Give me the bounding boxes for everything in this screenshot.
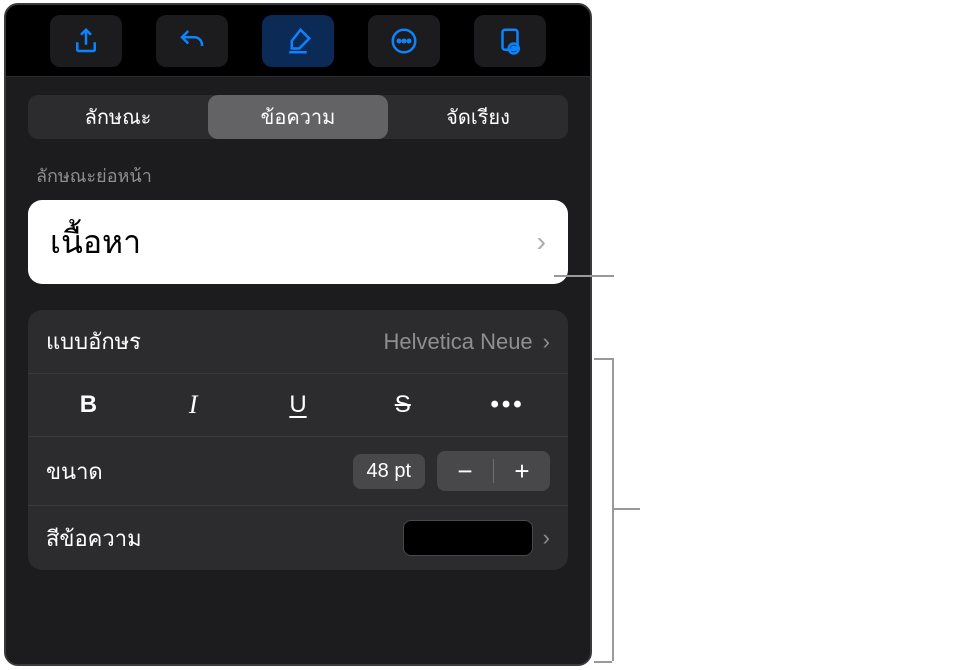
font-value: Helvetica Neue (383, 329, 532, 355)
chevron-right-icon: › (543, 525, 550, 551)
paragraph-style-value: เนื้อหา (50, 217, 141, 268)
chevron-right-icon: › (537, 226, 546, 258)
tab-style[interactable]: ลักษณะ (28, 95, 208, 139)
chevron-right-icon: › (543, 329, 550, 355)
format-button[interactable] (262, 15, 334, 67)
tab-segmented-control[interactable]: ลักษณะ ข้อความ จัดเรียง (28, 95, 568, 139)
text-color-swatch[interactable] (403, 520, 533, 556)
share-button[interactable] (50, 15, 122, 67)
size-label: ขนาด (46, 454, 353, 489)
format-brush-icon (283, 26, 313, 56)
paragraph-style-picker[interactable]: เนื้อหา › (28, 200, 568, 284)
font-options-card: แบบอักษร Helvetica Neue › B I U S ••• ขน… (28, 310, 568, 570)
panel-content: ลักษณะ ข้อความ จัดเรียง ลักษณะย่อหน้า เน… (6, 77, 590, 664)
undo-icon (177, 26, 207, 56)
share-icon (71, 26, 101, 56)
font-label: แบบอักษร (46, 324, 383, 359)
italic-button[interactable]: I (141, 384, 246, 426)
format-panel: ลักษณะ ข้อความ จัดเรียง ลักษณะย่อหน้า เน… (4, 3, 592, 666)
callout-bracket-bottom (594, 661, 612, 663)
callout-line (554, 275, 614, 277)
callout-bracket-mid (612, 508, 640, 510)
text-format-row: B I U S ••• (28, 374, 568, 437)
tab-arrange[interactable]: จัดเรียง (388, 95, 568, 139)
more-icon (389, 26, 419, 56)
more-format-button[interactable]: ••• (455, 384, 560, 426)
text-color-label: สีข้อความ (46, 521, 403, 556)
paragraph-style-section-label: ลักษณะย่อหน้า (36, 161, 568, 190)
tab-text[interactable]: ข้อความ (208, 95, 388, 139)
size-increase-button[interactable]: + (494, 451, 550, 491)
underline-button[interactable]: U (246, 384, 351, 426)
document-view-icon (495, 26, 525, 56)
size-decrease-button[interactable]: − (437, 451, 493, 491)
main-toolbar (6, 5, 590, 77)
undo-button[interactable] (156, 15, 228, 67)
document-view-button[interactable] (474, 15, 546, 67)
strikethrough-button[interactable]: S (350, 384, 455, 426)
size-value-field[interactable]: 48 pt (353, 454, 425, 489)
text-color-row[interactable]: สีข้อความ › (28, 506, 568, 570)
font-row[interactable]: แบบอักษร Helvetica Neue › (28, 310, 568, 374)
more-button[interactable] (368, 15, 440, 67)
callout-bracket-top (594, 358, 612, 360)
bold-button[interactable]: B (36, 384, 141, 426)
size-stepper: − + (437, 451, 550, 491)
size-row: ขนาด 48 pt − + (28, 437, 568, 506)
